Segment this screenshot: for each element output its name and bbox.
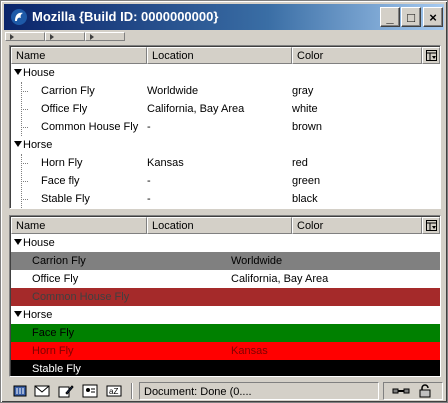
- cell-name: Carrion Fly: [41, 85, 95, 97]
- tree-row[interactable]: Common House Fly - brown: [11, 118, 440, 136]
- column-picker-icon: [426, 220, 437, 231]
- composer-icon[interactable]: [57, 383, 75, 399]
- online-connection-icon[interactable]: [392, 383, 410, 399]
- cell-location: -: [147, 121, 151, 133]
- cell-color: green: [292, 175, 321, 187]
- cell-name: Office Fly: [41, 103, 88, 115]
- tree-row[interactable]: Face fly - green: [11, 172, 440, 190]
- column-header-name[interactable]: Name: [11, 47, 147, 64]
- status-text: Document: Done (0....: [139, 382, 379, 400]
- group-label: Horse: [23, 139, 53, 151]
- minimize-icon: _: [386, 9, 394, 25]
- column-header-location[interactable]: Location: [147, 47, 292, 64]
- chat-icon[interactable]: aZ: [105, 383, 123, 399]
- cell-color: brown: [292, 121, 322, 133]
- cell-name: Face fly: [41, 175, 80, 187]
- group-label: House: [23, 67, 55, 79]
- toolbar-grippies: [5, 31, 445, 42]
- cell-location: California, Bay Area: [231, 273, 329, 285]
- cell-name: Horn Fly: [41, 157, 83, 169]
- bottom-tree-header: Name Location Color: [11, 217, 440, 234]
- cell-location: Worldwide: [231, 255, 283, 267]
- cell-color: white: [292, 103, 318, 115]
- svg-text:aZ: aZ: [109, 387, 118, 396]
- group-label: Horse: [23, 309, 53, 321]
- cell-name: Common House Fly: [32, 291, 130, 303]
- column-header-name[interactable]: Name: [11, 217, 147, 234]
- maximize-button[interactable]: □: [401, 7, 421, 27]
- mozilla-icon: [11, 9, 27, 25]
- tree-row[interactable]: Face Fly: [11, 324, 440, 342]
- cell-color: black: [292, 193, 318, 205]
- cell-name: Stable Fly: [41, 193, 90, 205]
- toolbar-grippy[interactable]: [5, 32, 45, 41]
- tree-row[interactable]: Office Fly California, Bay Area white: [11, 100, 440, 118]
- maximize-icon: □: [407, 9, 415, 25]
- tree-group-row[interactable]: House: [11, 64, 440, 82]
- close-icon: ×: [429, 9, 437, 25]
- tree-row[interactable]: Carrion Fly Worldwide: [11, 252, 440, 270]
- toolbar-grippy[interactable]: [85, 32, 125, 41]
- column-picker-icon: [426, 50, 437, 61]
- security-lock-icon[interactable]: [416, 383, 434, 399]
- cell-location: Kansas: [147, 157, 184, 169]
- tree-row[interactable]: Common House Fly: [11, 288, 440, 306]
- column-picker-button[interactable]: [422, 47, 440, 64]
- tree-row[interactable]: Stable Fly: [11, 360, 440, 376]
- cell-color: red: [292, 157, 308, 169]
- cell-name: Stable Fly: [32, 363, 81, 375]
- top-tree-pane[interactable]: Name Location Color House Carrion Fly Wo…: [9, 45, 441, 209]
- tree-row[interactable]: Office Fly California, Bay Area: [11, 270, 440, 288]
- cell-location: -: [147, 193, 151, 205]
- tree-row[interactable]: Carrion Fly Worldwide gray: [11, 82, 440, 100]
- cell-location: -: [147, 175, 151, 187]
- column-picker-button[interactable]: [422, 217, 440, 234]
- cell-location: Kansas: [231, 345, 268, 357]
- cell-name: Common House Fly: [41, 121, 139, 133]
- cell-name: Office Fly: [32, 273, 79, 285]
- close-button[interactable]: ×: [423, 7, 443, 27]
- twisty-open-icon[interactable]: [14, 311, 22, 317]
- browser-window: Mozilla {Build ID: 0000000000} _ □ × Nam…: [0, 0, 448, 403]
- twisty-open-icon[interactable]: [14, 69, 22, 75]
- top-tree-header: Name Location Color: [11, 47, 440, 64]
- tree-row[interactable]: Horn Fly Kansas: [11, 342, 440, 360]
- addressbook-icon[interactable]: [81, 383, 99, 399]
- group-label: House: [23, 237, 55, 249]
- tree-group-row[interactable]: House: [11, 234, 440, 252]
- pane-splitter[interactable]: [5, 210, 445, 214]
- cell-location: California, Bay Area: [147, 103, 245, 115]
- window-title: Mozilla {Build ID: 0000000000}: [32, 9, 219, 24]
- tree-row[interactable]: Stable Fly - black: [11, 190, 440, 208]
- title-bar[interactable]: Mozilla {Build ID: 0000000000} _ □ ×: [4, 4, 444, 30]
- cell-location: Worldwide: [147, 85, 199, 97]
- column-header-color[interactable]: Color: [292, 217, 422, 234]
- tree-group-row[interactable]: Horse: [11, 136, 440, 154]
- twisty-open-icon[interactable]: [14, 141, 22, 147]
- twisty-open-icon[interactable]: [14, 239, 22, 245]
- status-bar: aZ Document: Done (0....: [5, 381, 445, 401]
- column-header-color[interactable]: Color: [292, 47, 422, 64]
- bottom-tree-pane[interactable]: Name Location Color House Carrion Fly Wo…: [9, 215, 441, 377]
- cell-name: Horn Fly: [32, 345, 74, 357]
- status-separator: [131, 383, 133, 399]
- mail-icon[interactable]: [33, 383, 51, 399]
- cell-name: Carrion Fly: [32, 255, 86, 267]
- minimize-button[interactable]: _: [380, 7, 400, 27]
- cell-color: gray: [292, 85, 314, 97]
- column-header-location[interactable]: Location: [147, 217, 292, 234]
- tree-group-row[interactable]: Horse: [11, 306, 440, 324]
- status-indicators: [383, 382, 443, 400]
- cell-name: Face Fly: [32, 327, 75, 339]
- tree-row[interactable]: Horn Fly Kansas red: [11, 154, 440, 172]
- toolbar-grippy[interactable]: [45, 32, 85, 41]
- navigator-icon[interactable]: [11, 383, 29, 399]
